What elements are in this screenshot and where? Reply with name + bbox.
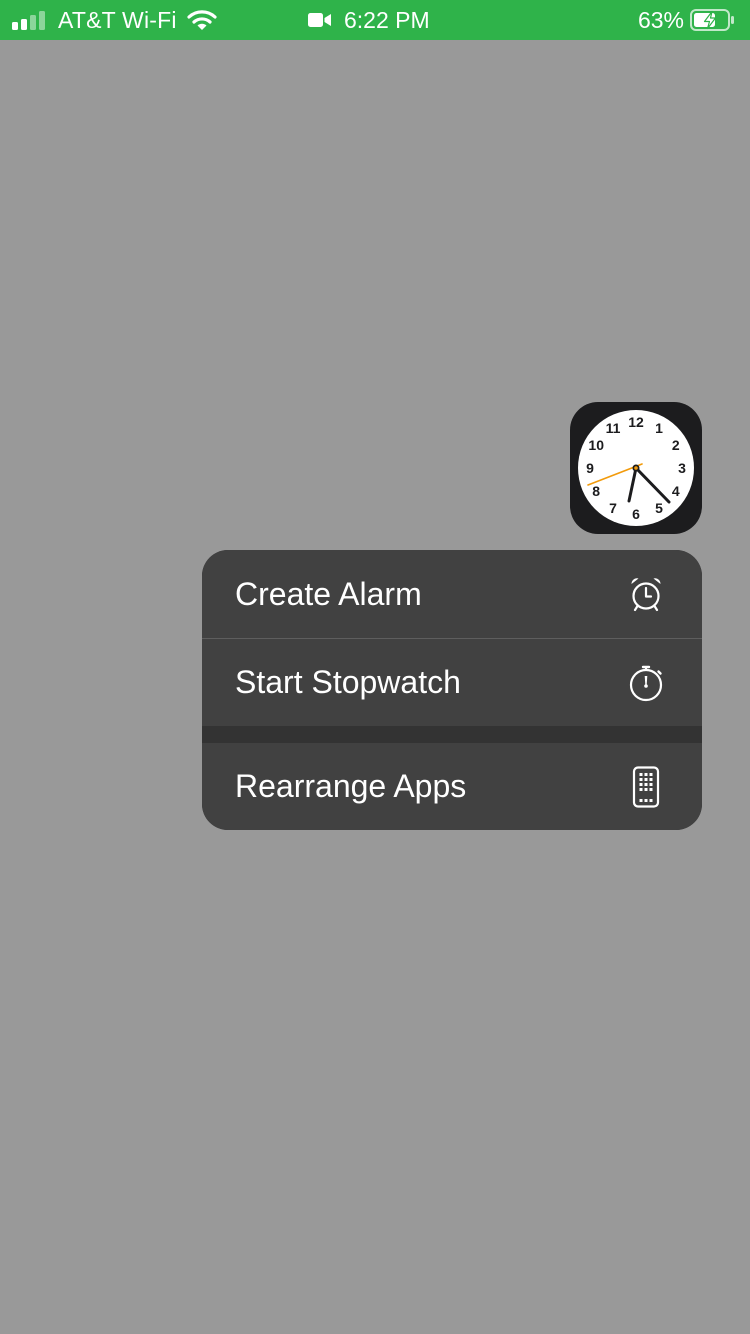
clock-numeral-2: 2 — [672, 437, 680, 453]
clock-numeral-10: 10 — [588, 437, 604, 453]
clock-numeral-12: 12 — [628, 414, 644, 430]
status-bar: AT&T Wi-Fi 6:22 PM 63% — [0, 0, 750, 40]
status-bar-left: AT&T Wi-Fi — [12, 0, 217, 40]
status-time: 6:22 PM — [344, 6, 430, 33]
context-menu: Create Alarm Start Stopwatch Rearrange A… — [202, 550, 702, 830]
clock-numeral-1: 1 — [655, 420, 663, 436]
stopwatch-icon — [626, 663, 666, 703]
status-bar-right: 63% — [638, 0, 736, 40]
alarm-clock-icon — [626, 574, 666, 614]
clock-numeral-4: 4 — [672, 483, 680, 499]
clock-numeral-7: 7 — [609, 500, 617, 516]
create-alarm-menu-item[interactable]: Create Alarm — [202, 550, 702, 638]
start-stopwatch-menu-item[interactable]: Start Stopwatch — [202, 639, 702, 726]
wifi-icon — [187, 10, 217, 30]
clock-numeral-6: 6 — [632, 506, 640, 522]
rearrange-apps-icon — [626, 765, 666, 808]
clock-face: 12 12 3 45678 9 1011 — [578, 410, 694, 526]
battery-percent: 63% — [637, 6, 684, 33]
rearrange-apps-label: Rearrange Apps — [235, 768, 467, 804]
create-alarm-label: Create Alarm — [235, 575, 422, 612]
battery-charging-icon — [690, 9, 734, 31]
clock-numeral-8: 8 — [592, 483, 600, 499]
status-bar-center: 6:22 PM — [308, 0, 430, 40]
video-camera-icon — [308, 13, 331, 27]
clock-numeral-11: 11 — [606, 420, 621, 436]
rearrange-apps-menu-item[interactable]: Rearrange Apps — [202, 743, 702, 830]
clock-numeral-9: 9 — [586, 460, 594, 476]
clock-app-icon[interactable]: 12 1 2 3 4 5 6 7 8 9 10 11 — [570, 402, 702, 534]
signal-bars-icon — [12, 10, 48, 30]
clock-numeral-5: 5 — [655, 500, 663, 516]
carrier-name: AT&T Wi-Fi — [58, 6, 177, 33]
start-stopwatch-label: Start Stopwatch — [235, 664, 461, 700]
menu-group-separator — [202, 726, 702, 743]
clock-numeral-3: 3 — [678, 460, 686, 476]
